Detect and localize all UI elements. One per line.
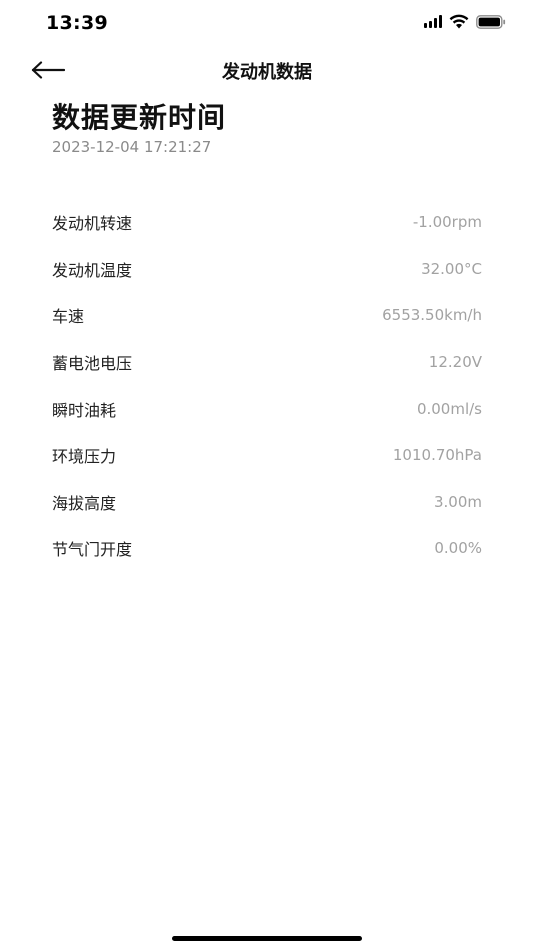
data-row-battery-voltage: 蓄电池电压 12.20V bbox=[52, 339, 482, 386]
data-value: -1.00rpm bbox=[412, 213, 482, 232]
data-value: 6553.50km/h bbox=[382, 306, 482, 325]
update-timestamp: 2023-12-04 17:21:27 bbox=[52, 138, 212, 156]
battery-icon bbox=[476, 14, 506, 29]
cellular-signal-icon bbox=[424, 15, 442, 28]
data-label: 节气门开度 bbox=[52, 540, 133, 560]
data-label: 环境压力 bbox=[52, 447, 117, 467]
data-value: 3.00m bbox=[433, 492, 482, 511]
data-label: 瞬时油耗 bbox=[52, 400, 117, 420]
data-row-vehicle-speed: 车速 6553.50km/h bbox=[52, 292, 482, 339]
data-row-throttle-opening: 节气门开度 0.00% bbox=[52, 525, 482, 572]
status-time: 13:39 bbox=[46, 12, 108, 34]
data-value: 0.00ml/s bbox=[416, 399, 482, 418]
data-row-ambient-pressure: 环境压力 1010.70hPa bbox=[52, 432, 482, 479]
data-row-altitude: 海拔高度 3.00m bbox=[52, 479, 482, 526]
data-row-engine-speed: 发动机转速 -1.00rpm bbox=[52, 199, 482, 246]
home-indicator[interactable] bbox=[172, 936, 362, 941]
data-row-engine-temperature: 发动机温度 32.00°C bbox=[52, 246, 482, 293]
status-icons bbox=[424, 14, 506, 29]
data-value: 12.20V bbox=[428, 353, 482, 372]
wifi-icon bbox=[449, 14, 469, 29]
data-label: 发动机温度 bbox=[52, 260, 133, 280]
data-value: 32.00°C bbox=[421, 259, 482, 278]
data-label: 车速 bbox=[52, 307, 85, 327]
page-title: 发动机数据 bbox=[222, 62, 312, 83]
data-row-instant-fuel: 瞬时油耗 0.00ml/s bbox=[52, 385, 482, 432]
update-time-heading: 数据更新时间 bbox=[52, 101, 227, 134]
engine-data-screen: 13:39 发动机数据 数据更新时间 2023-12-04 17:21:27 发… bbox=[0, 0, 534, 950]
data-label: 发动机转速 bbox=[52, 214, 133, 234]
data-value: 1010.70hPa bbox=[392, 446, 482, 465]
navigation-bar: 发动机数据 bbox=[0, 52, 534, 88]
data-label: 海拔高度 bbox=[52, 493, 117, 513]
status-bar: 13:39 bbox=[0, 0, 534, 48]
engine-data-list: 发动机转速 -1.00rpm 发动机温度 32.00°C 车速 6553.50k… bbox=[52, 199, 482, 572]
data-label: 蓄电池电压 bbox=[52, 354, 133, 374]
data-value: 0.00% bbox=[434, 539, 482, 558]
